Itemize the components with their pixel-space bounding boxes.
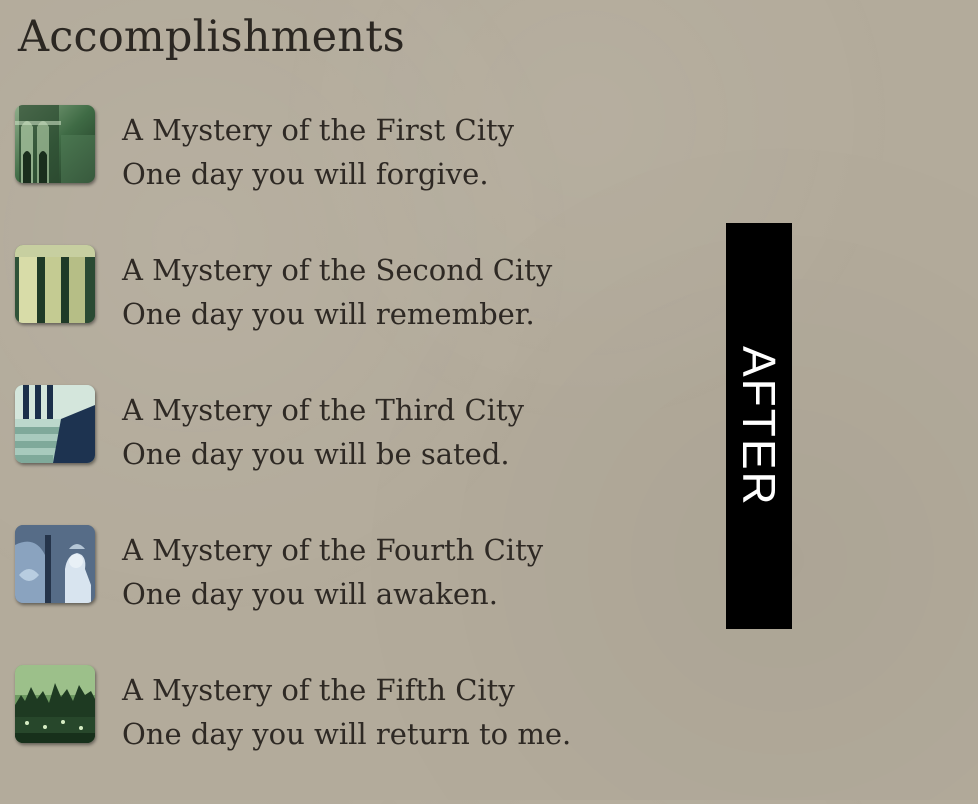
accomplishment-name: A Mystery of the Third City — [122, 393, 524, 427]
after-tab[interactable]: AFTER — [726, 223, 792, 629]
accomplishment-name: A Mystery of the Fourth City — [122, 533, 544, 567]
list-item[interactable]: A Mystery of the Fifth City One day you … — [15, 664, 695, 751]
pillars-icon — [15, 245, 95, 323]
list-item[interactable]: A Mystery of the First City One day you … — [15, 104, 695, 191]
accomplishment-description: One day you will awaken. — [122, 577, 498, 611]
accomplishment-description: One day you will be sated. — [122, 437, 510, 471]
list-item[interactable]: A Mystery of the Third City One day you … — [15, 384, 695, 471]
accomplishment-name: A Mystery of the Second City — [122, 253, 553, 287]
accomplishment-description: One day you will remember. — [122, 297, 535, 331]
city-skyline-icon — [15, 665, 95, 743]
accomplishment-description: One day you will forgive. — [122, 157, 489, 191]
stairs-icon — [15, 385, 95, 463]
list-item[interactable]: A Mystery of the Fourth City One day you… — [15, 524, 695, 611]
accomplishments-list: A Mystery of the First City One day you … — [15, 104, 695, 804]
accomplishment-name: A Mystery of the First City — [122, 113, 515, 147]
after-tab-label: AFTER — [733, 345, 785, 507]
accomplishment-name: A Mystery of the Fifth City — [122, 673, 515, 707]
arch-icon — [15, 105, 95, 183]
accomplishment-description: One day you will return to me. — [122, 717, 572, 751]
page-title: Accomplishments — [18, 12, 405, 62]
statue-icon — [15, 525, 95, 603]
list-item[interactable]: A Mystery of the Second City One day you… — [15, 244, 695, 331]
